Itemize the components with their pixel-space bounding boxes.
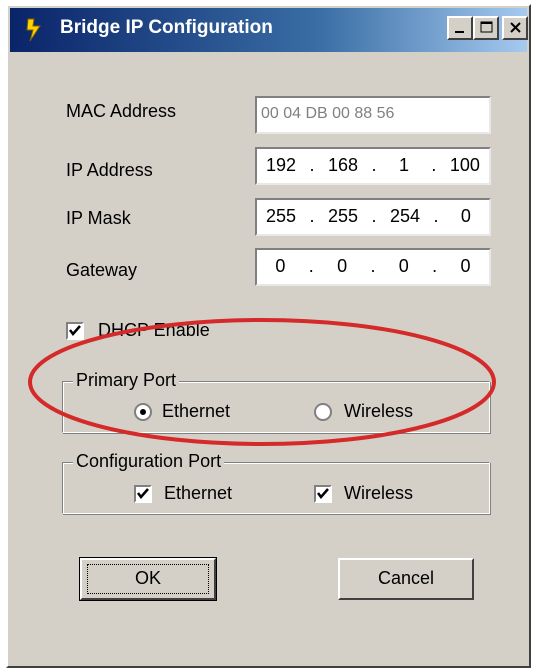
gateway-octet[interactable]: 0 [390, 250, 418, 284]
mask-octet[interactable]: 254 [390, 200, 420, 234]
config-wireless-checkbox[interactable] [314, 485, 332, 503]
configuration-port-group: Configuration Port [62, 451, 490, 514]
window-title: Bridge IP Configuration [60, 17, 273, 38]
ip-octet[interactable]: 192 [266, 149, 296, 183]
gateway-field[interactable]: 0. 0. 0. 0 [255, 248, 491, 286]
config-ethernet-checkbox[interactable] [134, 485, 152, 503]
radio-dot [140, 409, 146, 415]
config-wireless-label[interactable]: Wireless [344, 483, 413, 504]
maximize-icon [480, 21, 493, 33]
mask-octet[interactable]: 255 [328, 200, 358, 234]
ip-octet[interactable]: 1 [390, 149, 418, 183]
ok-button[interactable]: OK [79, 557, 217, 601]
gateway-octet[interactable]: 0 [328, 250, 356, 284]
ip-mask-label: IP Mask [66, 208, 131, 228]
checkmark-icon [317, 488, 329, 499]
checkmark-icon [137, 488, 149, 499]
checkmark-icon [69, 325, 81, 336]
gateway-label: Gateway [66, 260, 138, 280]
minimize-icon [455, 31, 464, 33]
ethernet-radio-label[interactable]: Ethernet [162, 401, 230, 422]
configuration-port-title: Configuration Port [73, 451, 225, 472]
config-ethernet-label[interactable]: Ethernet [164, 483, 232, 504]
focus-rectangle [87, 564, 209, 594]
close-button[interactable] [502, 16, 528, 40]
ip-address-label: IP Address [66, 160, 153, 180]
gateway-octet[interactable]: 0 [266, 250, 294, 284]
dhcp-checkbox[interactable] [66, 322, 84, 340]
maximize-button[interactable] [473, 16, 499, 40]
mac-address-label: MAC Address [66, 101, 177, 121]
mask-octet[interactable]: 0 [452, 200, 480, 234]
lightning-icon [26, 18, 41, 42]
cancel-button[interactable]: Cancel [338, 558, 474, 600]
wireless-radio[interactable] [314, 403, 332, 421]
ip-mask-field[interactable]: 255. 255. 254. 0 [255, 198, 491, 236]
title-bar[interactable]: Bridge IP Configuration [10, 8, 528, 52]
cancel-button-label: Cancel [377, 568, 435, 588]
gateway-octet[interactable]: 0 [451, 250, 479, 284]
mac-address-field: 00 04 DB 00 88 56 [255, 96, 491, 134]
dhcp-label[interactable]: DHCP Enable [98, 320, 210, 341]
ip-octet[interactable]: 100 [450, 149, 480, 183]
ip-octet[interactable]: 168 [328, 149, 358, 183]
close-icon [510, 22, 521, 33]
mask-octet[interactable]: 255 [266, 200, 296, 234]
primary-port-title: Primary Port [73, 370, 180, 391]
ethernet-radio[interactable] [134, 403, 152, 421]
ip-address-field[interactable]: 192. 168. 1. 100 [255, 147, 491, 185]
primary-port-group: Primary Port [62, 370, 490, 433]
wireless-radio-label[interactable]: Wireless [344, 401, 413, 422]
minimize-button[interactable] [447, 16, 473, 40]
